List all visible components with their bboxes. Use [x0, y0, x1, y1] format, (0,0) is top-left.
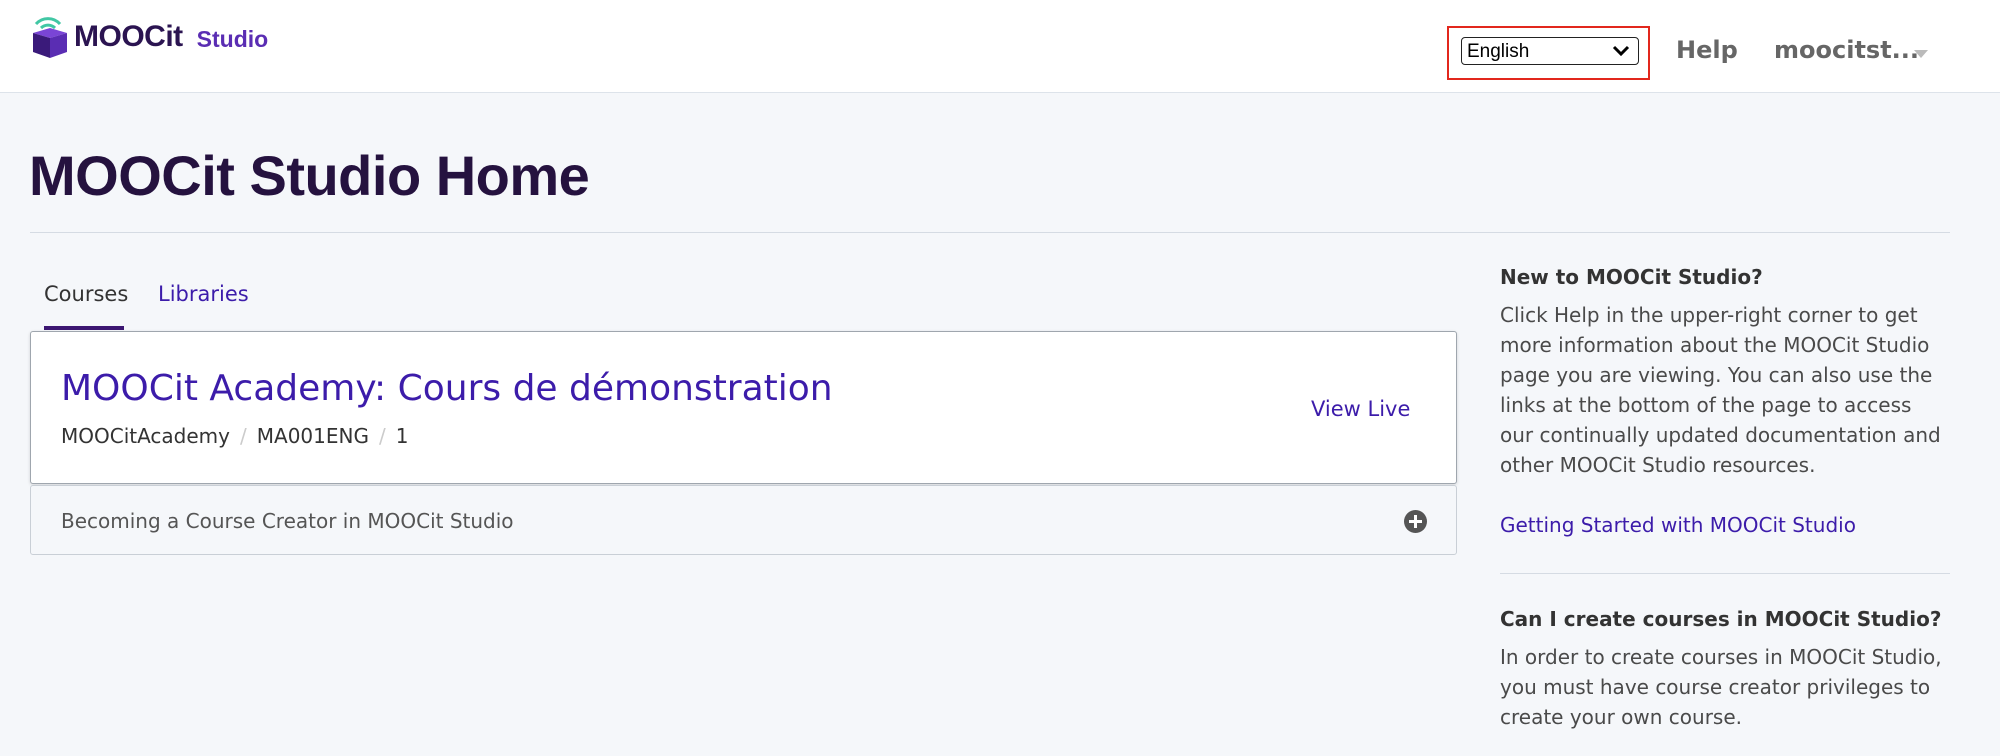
logo-text: MOOCit: [74, 20, 183, 53]
user-menu-caret-icon[interactable]: [1914, 50, 1928, 58]
course-card: MOOCit Academy: Cours de démonstration M…: [30, 331, 1457, 484]
meta-separator: /: [240, 424, 247, 448]
course-meta: MOOCitAcademy / MA001ENG / 1: [61, 424, 408, 448]
logo-cube-icon: [30, 16, 70, 58]
sidebar-new-heading: New to MOOCit Studio?: [1500, 265, 1763, 289]
sidebar-new-section: New to MOOCit Studio?: [1500, 265, 1950, 289]
meta-separator: /: [378, 424, 386, 448]
accordion-label: Becoming a Course Creator in MOOCit Stud…: [61, 509, 514, 533]
logo-studio-text: Studio: [196, 25, 269, 52]
course-number: MA001ENG: [256, 424, 369, 448]
sidebar-create-text-wrap: In order to create courses in MOOCit Stu…: [1500, 642, 1950, 732]
sidebar-create-heading: Can I create courses in MOOCit Studio?: [1500, 607, 1942, 631]
user-menu[interactable]: moocitst...: [1774, 36, 1919, 64]
sidebar-create-section: Can I create courses in MOOCit Studio?: [1500, 607, 1950, 631]
page-title: MOOCit Studio Home: [29, 144, 590, 207]
help-link[interactable]: Help: [1676, 36, 1738, 64]
title-divider: [30, 232, 1950, 233]
sidebar-new-text-wrap: Click Help in the upper-right corner to …: [1500, 300, 1950, 480]
sidebar-create-text: In order to create courses in MOOCit Stu…: [1500, 645, 1942, 729]
getting-started-link[interactable]: Getting Started with MOOCit Studio: [1500, 513, 1856, 537]
course-run: 1: [395, 424, 409, 448]
chevron-down-icon: [1612, 42, 1630, 64]
active-tab-indicator: [44, 326, 124, 330]
sidebar-new-text: Click Help in the upper-right corner to …: [1500, 303, 1941, 477]
sidebar-link-wrap: Getting Started with MOOCit Studio: [1500, 513, 1950, 537]
language-select[interactable]: English: [1461, 37, 1639, 65]
view-live-link[interactable]: View Live: [1311, 397, 1410, 421]
site-logo[interactable]: MOOCit Studio: [30, 16, 268, 58]
language-selected-value: English: [1467, 41, 1530, 62]
sidebar-divider: [1500, 573, 1950, 574]
tab-courses[interactable]: Courses: [44, 282, 128, 306]
course-creator-accordion[interactable]: Becoming a Course Creator in MOOCit Stud…: [30, 485, 1457, 555]
tab-libraries[interactable]: Libraries: [158, 282, 249, 306]
top-header: MOOCit Studio English Help moocitst...: [0, 0, 2000, 93]
course-title-link[interactable]: MOOCit Academy: Cours de démonstration: [61, 368, 833, 409]
course-org: MOOCitAcademy: [61, 424, 231, 448]
plus-circle-icon[interactable]: [1404, 510, 1427, 533]
language-selector-highlight: English: [1447, 26, 1650, 80]
